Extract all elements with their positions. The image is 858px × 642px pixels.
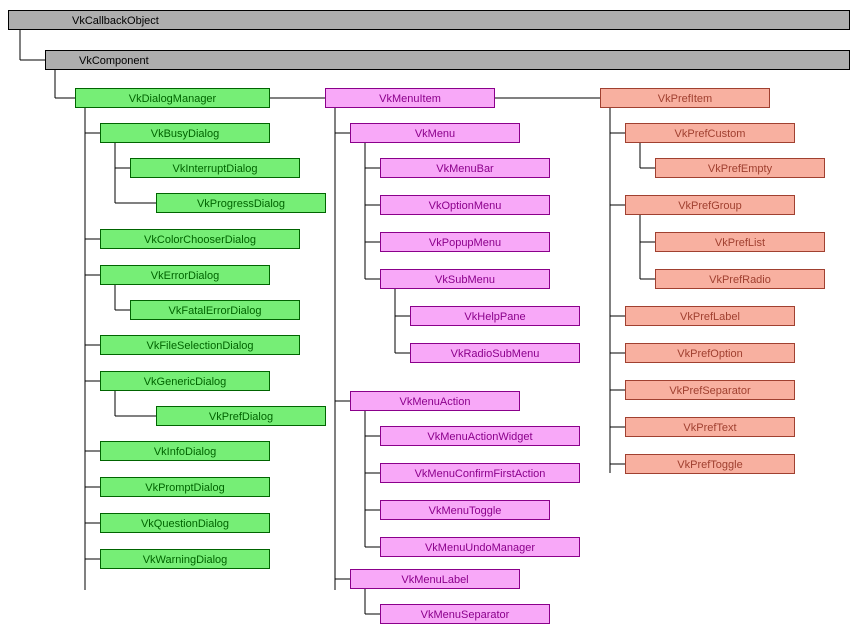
node-vkradiosubmenu: VkRadioSubMenu: [410, 343, 580, 363]
node-vkdialogmanager: VkDialogManager: [75, 88, 270, 108]
node-vkprefdialog: VkPrefDialog: [156, 406, 326, 426]
node-vkprefoption: VkPrefOption: [625, 343, 795, 363]
node-vkwarningdialog: VkWarningDialog: [100, 549, 270, 569]
node-vkmenulabel: VkMenuLabel: [350, 569, 520, 589]
node-vkfileselectiondialog: VkFileSelectionDialog: [100, 335, 300, 355]
node-vkoptionmenu: VkOptionMenu: [380, 195, 550, 215]
node-vkprefcustom: VkPrefCustom: [625, 123, 795, 143]
node-vkfatalerrordialog: VkFatalErrorDialog: [130, 300, 300, 320]
node-vkcomponent: VkComponent: [45, 50, 850, 70]
node-vkmenu: VkMenu: [350, 123, 520, 143]
label: VkCallbackObject: [72, 15, 159, 27]
node-vkerrordialog: VkErrorDialog: [100, 265, 270, 285]
node-vkprefitem: VkPrefItem: [600, 88, 770, 108]
node-vkpreftoggle: VkPrefToggle: [625, 454, 795, 474]
node-vkinfodialog: VkInfoDialog: [100, 441, 270, 461]
node-vkquestiondialog: VkQuestionDialog: [100, 513, 270, 533]
node-vkprefradio: VkPrefRadio: [655, 269, 825, 289]
node-vkpreflabel: VkPrefLabel: [625, 306, 795, 326]
node-vkmenuseparator: VkMenuSeparator: [380, 604, 550, 624]
node-vkprogressdialog: VkProgressDialog: [156, 193, 326, 213]
node-vkmenubar: VkMenuBar: [380, 158, 550, 178]
node-vkmenuitem: VkMenuItem: [325, 88, 495, 108]
node-vkprefgroup: VkPrefGroup: [625, 195, 795, 215]
node-vkpreflist: VkPrefList: [655, 232, 825, 252]
node-vkmenuactionwidget: VkMenuActionWidget: [380, 426, 580, 446]
node-vkhelppane: VkHelpPane: [410, 306, 580, 326]
node-vkpromptdialog: VkPromptDialog: [100, 477, 270, 497]
node-vkpopupmenu: VkPopupMenu: [380, 232, 550, 252]
node-vkinterruptdialog: VkInterruptDialog: [130, 158, 300, 178]
node-vkmenuconfirmfirstaction: VkMenuConfirmFirstAction: [380, 463, 580, 483]
node-vkmenutoggle: VkMenuToggle: [380, 500, 550, 520]
node-vkcallbackobject: VkCallbackObject: [8, 10, 850, 30]
node-vkbusydialog: VkBusyDialog: [100, 123, 270, 143]
node-vkmenuundomanager: VkMenuUndoManager: [380, 537, 580, 557]
node-vkgenericdialog: VkGenericDialog: [100, 371, 270, 391]
node-vkprefempty: VkPrefEmpty: [655, 158, 825, 178]
node-vkprefseparator: VkPrefSeparator: [625, 380, 795, 400]
node-vkpreftext: VkPrefText: [625, 417, 795, 437]
node-vksubmenu: VkSubMenu: [380, 269, 550, 289]
label: VkComponent: [79, 55, 149, 67]
node-vkcolorchooserdialog: VkColorChooserDialog: [100, 229, 300, 249]
node-vkmenuaction: VkMenuAction: [350, 391, 520, 411]
